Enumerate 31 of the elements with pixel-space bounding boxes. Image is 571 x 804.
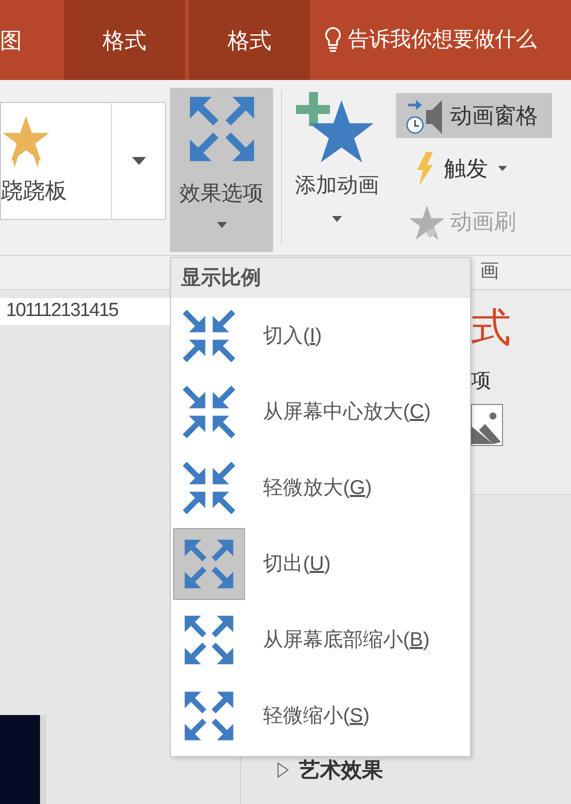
star-brush-icon: [408, 204, 446, 240]
menu-item[interactable]: 从屏幕底部缩小(B): [171, 602, 470, 678]
menu-item[interactable]: 轻微放大(G): [171, 450, 470, 526]
menu-item[interactable]: 切出(U): [171, 526, 470, 602]
lightbulb-icon: [324, 26, 342, 54]
ribbon-tab[interactable]: 格式: [189, 0, 310, 80]
caret-icon: [332, 216, 342, 222]
caret-icon: [498, 166, 507, 171]
add-animation-button[interactable]: 添加动画: [282, 80, 392, 255]
effect-options-button[interactable]: 效果选项: [170, 88, 273, 252]
trigger-button[interactable]: 触发: [396, 146, 552, 191]
caret-icon: [132, 157, 146, 165]
caret-icon: [216, 222, 226, 228]
section-header[interactable]: 艺术效果: [277, 754, 571, 786]
animation-pane-button[interactable]: 动画窗格: [396, 93, 552, 138]
chevron-right-icon: [277, 762, 289, 778]
star-burst-icon: [1, 114, 51, 170]
menu-item[interactable]: 从屏幕中心放大(C): [171, 374, 470, 450]
pane-heading: 式: [471, 308, 512, 348]
menu-item[interactable]: 轻微缩小(S): [171, 678, 470, 754]
menu-header: 显示比例: [171, 258, 470, 298]
arrows-inward-icon: [181, 460, 237, 516]
arrows-inward-icon: [181, 308, 237, 364]
lightning-icon: [416, 152, 434, 186]
arrows-inward-icon: [181, 384, 237, 440]
gallery-item[interactable]: 跷跷板: [1, 103, 111, 219]
tell-me-field[interactable]: 告诉我你想要做什么: [314, 0, 571, 80]
group-label: 画: [480, 260, 499, 284]
animation-gallery[interactable]: 跷跷板: [0, 102, 166, 220]
ribbon-tab[interactable]: 格式: [64, 0, 185, 80]
pane-label: 项: [471, 369, 492, 394]
